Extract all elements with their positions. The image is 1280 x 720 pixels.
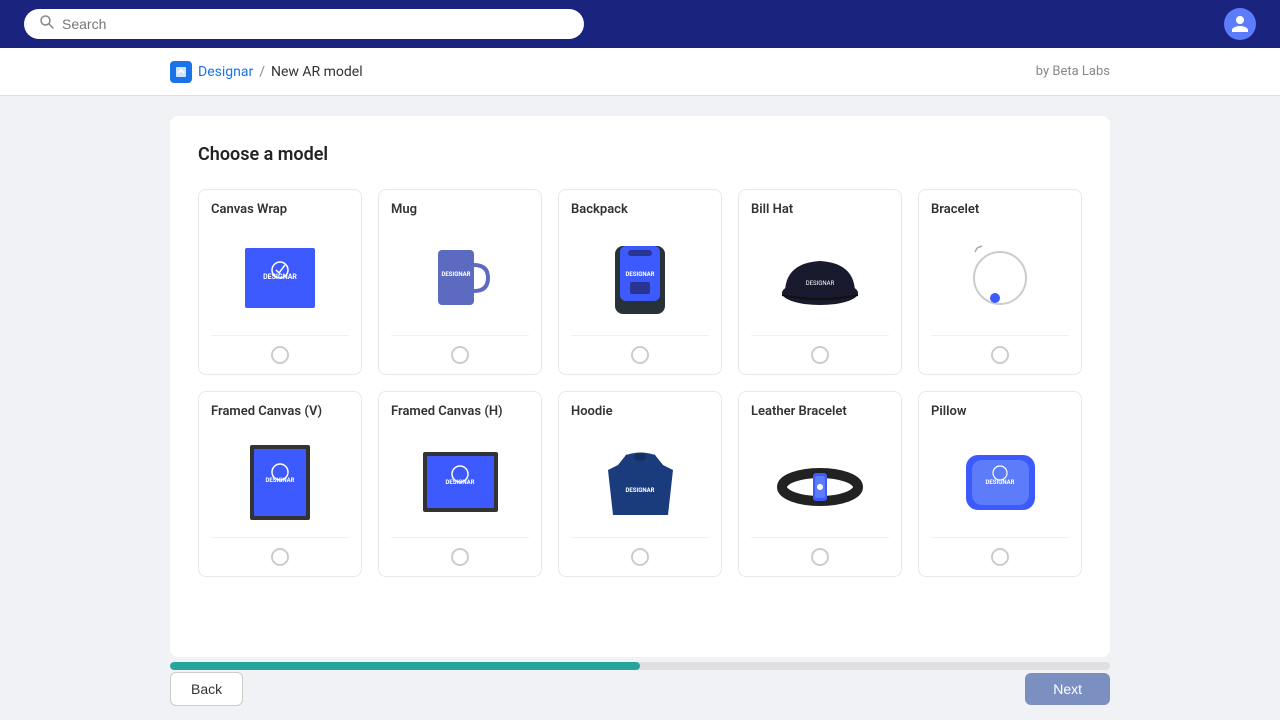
model-label-pillow: Pillow bbox=[919, 392, 1081, 427]
model-item-bill-hat[interactable]: Bill Hat DESIGNAR bbox=[738, 189, 902, 375]
next-button[interactable]: Next bbox=[1025, 673, 1110, 705]
model-radio-bracelet[interactable] bbox=[919, 336, 1081, 374]
model-image-leather-bracelet bbox=[739, 427, 901, 537]
model-radio-mug[interactable] bbox=[379, 336, 541, 374]
radio-circle-canvas-wrap bbox=[271, 346, 289, 364]
model-radio-backpack[interactable] bbox=[559, 336, 721, 374]
user-icon bbox=[1230, 14, 1250, 34]
model-item-pillow[interactable]: Pillow DESIGNAR bbox=[918, 391, 1082, 577]
model-image-hoodie: DESIGNAR bbox=[559, 427, 721, 537]
model-image-pillow: DESIGNAR bbox=[919, 427, 1081, 537]
model-image-bill-hat: DESIGNAR bbox=[739, 225, 901, 335]
model-item-canvas-wrap[interactable]: Canvas Wrap DESIGNAR bbox=[198, 189, 362, 375]
breadcrumb-current: New AR model bbox=[271, 64, 363, 80]
model-label-bracelet: Bracelet bbox=[919, 190, 1081, 225]
radio-circle-backpack bbox=[631, 346, 649, 364]
app-logo-icon bbox=[170, 61, 192, 83]
radio-circle-leather-bracelet bbox=[811, 548, 829, 566]
model-item-hoodie[interactable]: Hoodie DESIGNAR bbox=[558, 391, 722, 577]
search-bar[interactable] bbox=[24, 9, 584, 39]
model-label-mug: Mug bbox=[379, 190, 541, 225]
model-label-leather-bracelet: Leather Bracelet bbox=[739, 392, 901, 427]
model-radio-framed-canvas-h[interactable] bbox=[379, 538, 541, 576]
model-label-hoodie: Hoodie bbox=[559, 392, 721, 427]
radio-circle-bracelet bbox=[991, 346, 1009, 364]
search-input[interactable] bbox=[62, 16, 568, 32]
user-avatar[interactable] bbox=[1224, 8, 1256, 40]
svg-text:DESIGNAR: DESIGNAR bbox=[442, 271, 471, 278]
model-label-framed-canvas-v: Framed Canvas (V) bbox=[199, 392, 361, 427]
model-image-mug: DESIGNAR bbox=[379, 225, 541, 335]
model-image-canvas-wrap: DESIGNAR bbox=[199, 225, 361, 335]
model-item-framed-canvas-v[interactable]: Framed Canvas (V) DESIGNAR bbox=[198, 391, 362, 577]
breadcrumb-app-link[interactable]: Designar bbox=[198, 64, 253, 80]
model-item-bracelet[interactable]: Bracelet bbox=[918, 189, 1082, 375]
radio-circle-mug bbox=[451, 346, 469, 364]
model-label-canvas-wrap: Canvas Wrap bbox=[199, 190, 361, 225]
search-icon bbox=[40, 15, 54, 33]
model-radio-leather-bracelet[interactable] bbox=[739, 538, 901, 576]
model-label-bill-hat: Bill Hat bbox=[739, 190, 901, 225]
model-radio-canvas-wrap[interactable] bbox=[199, 336, 361, 374]
model-item-mug[interactable]: Mug DESIGNAR bbox=[378, 189, 542, 375]
model-image-framed-canvas-v: DESIGNAR bbox=[199, 427, 361, 537]
radio-circle-framed-canvas-v bbox=[271, 548, 289, 566]
model-image-backpack: DESIGNAR bbox=[559, 225, 721, 335]
page-content: Choose a model Canvas Wrap DESIGNAR bbox=[0, 96, 1280, 657]
svg-text:DESIGNAR: DESIGNAR bbox=[806, 280, 835, 287]
radio-circle-pillow bbox=[991, 548, 1009, 566]
model-grid: Canvas Wrap DESIGNAR Mug bbox=[198, 189, 1082, 577]
model-item-backpack[interactable]: Backpack DESIGNAR bbox=[558, 189, 722, 375]
progress-bar-background bbox=[170, 662, 1110, 670]
main-card: Choose a model Canvas Wrap DESIGNAR bbox=[170, 116, 1110, 657]
page-title: Choose a model bbox=[198, 144, 1082, 165]
model-radio-pillow[interactable] bbox=[919, 538, 1081, 576]
model-label-framed-canvas-h: Framed Canvas (H) bbox=[379, 392, 541, 427]
svg-text:DESIGNAR: DESIGNAR bbox=[263, 273, 297, 281]
model-label-backpack: Backpack bbox=[559, 190, 721, 225]
model-item-framed-canvas-h[interactable]: Framed Canvas (H) DESIGNAR bbox=[378, 391, 542, 577]
svg-text:DESIGNAR: DESIGNAR bbox=[626, 271, 655, 278]
footer-buttons: Back Next bbox=[170, 672, 1110, 710]
by-labs-label: by Beta Labs bbox=[1036, 64, 1110, 79]
model-radio-framed-canvas-v[interactable] bbox=[199, 538, 361, 576]
model-radio-bill-hat[interactable] bbox=[739, 336, 901, 374]
radio-circle-framed-canvas-h bbox=[451, 548, 469, 566]
model-image-bracelet bbox=[919, 225, 1081, 335]
top-navigation bbox=[0, 0, 1280, 48]
model-item-leather-bracelet[interactable]: Leather Bracelet bbox=[738, 391, 902, 577]
radio-circle-bill-hat bbox=[811, 346, 829, 364]
breadcrumb-separator: / bbox=[259, 64, 265, 80]
radio-circle-hoodie bbox=[631, 548, 649, 566]
progress-area bbox=[170, 662, 1110, 670]
back-button[interactable]: Back bbox=[170, 672, 243, 706]
breadcrumb: Designar / New AR model bbox=[170, 61, 363, 83]
breadcrumb-bar: Designar / New AR model by Beta Labs bbox=[0, 48, 1280, 96]
model-radio-hoodie[interactable] bbox=[559, 538, 721, 576]
model-image-framed-canvas-h: DESIGNAR bbox=[379, 427, 541, 537]
svg-text:DESIGNAR: DESIGNAR bbox=[625, 487, 654, 494]
progress-bar-fill bbox=[170, 662, 640, 670]
